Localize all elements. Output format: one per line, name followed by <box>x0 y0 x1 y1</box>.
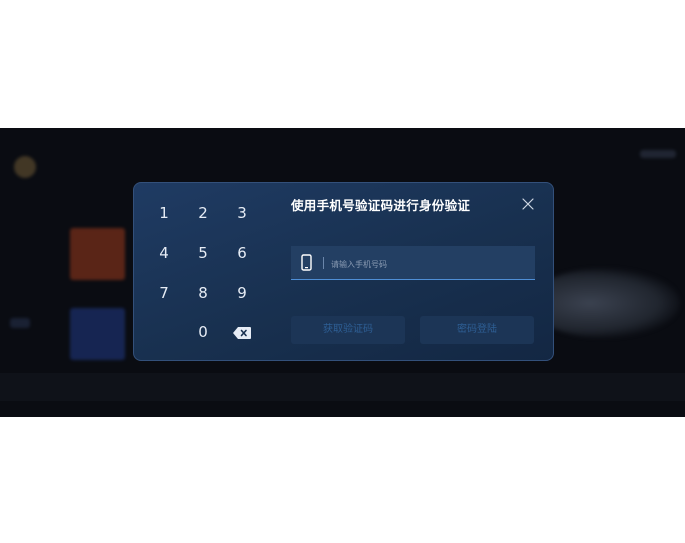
key-4[interactable]: 4 <box>149 241 179 265</box>
key-7[interactable]: 7 <box>149 281 179 305</box>
key-5[interactable]: 5 <box>188 241 218 265</box>
status-text <box>10 318 30 328</box>
key-9[interactable]: 9 <box>227 281 257 305</box>
phone-verification-dialog: 1 2 3 4 5 6 7 8 9 0 使用手机号验证码进行身份验证 请输入手机… <box>133 182 554 361</box>
app-tile-orange <box>70 228 125 280</box>
background-screen: 1 2 3 4 5 6 7 8 9 0 使用手机号验证码进行身份验证 请输入手机… <box>0 128 685 417</box>
key-1[interactable]: 1 <box>149 201 179 225</box>
get-code-button[interactable]: 获取验证码 <box>291 316 405 344</box>
key-6[interactable]: 6 <box>227 241 257 265</box>
backspace-icon <box>233 326 251 339</box>
field-separator <box>323 257 324 269</box>
app-tile-blue <box>70 308 125 360</box>
close-button[interactable] <box>520 196 536 212</box>
password-login-button[interactable]: 密码登陆 <box>420 316 534 344</box>
phone-field[interactable] <box>291 246 535 280</box>
close-icon <box>522 198 534 210</box>
top-right-status <box>640 150 676 158</box>
delete-key[interactable] <box>227 320 257 344</box>
avatar <box>14 156 36 178</box>
dialog-title: 使用手机号验证码进行身份验证 <box>291 198 471 213</box>
phone-icon <box>301 254 312 271</box>
key-3[interactable]: 3 <box>227 201 257 225</box>
key-0[interactable]: 0 <box>188 320 218 344</box>
key-2[interactable]: 2 <box>188 201 218 225</box>
phone-input[interactable] <box>329 252 529 276</box>
dock-bar <box>0 373 685 401</box>
key-8[interactable]: 8 <box>188 281 218 305</box>
